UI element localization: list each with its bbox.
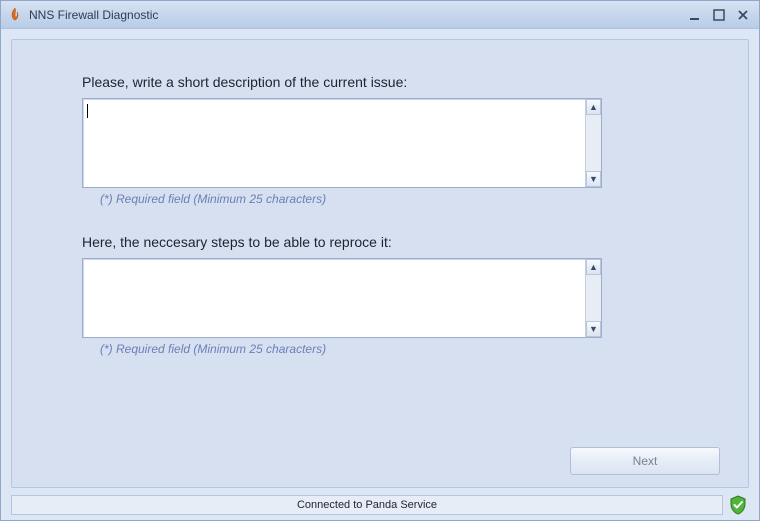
scroll-down-button[interactable]: ▼ — [586, 321, 601, 337]
scroll-down-button[interactable]: ▼ — [586, 171, 601, 187]
status-well: Connected to Panda Service — [11, 495, 723, 515]
description-hint: (*) Required field (Minimum 25 character… — [100, 192, 678, 206]
flame-icon — [7, 7, 23, 23]
steps-hint: (*) Required field (Minimum 25 character… — [100, 342, 678, 356]
steps-text[interactable] — [83, 259, 585, 337]
shield-check-icon — [727, 494, 749, 516]
close-button[interactable] — [733, 6, 753, 24]
next-button[interactable]: Next — [570, 447, 720, 475]
scroll-up-button[interactable]: ▲ — [586, 259, 601, 275]
main-panel: Please, write a short description of the… — [11, 39, 749, 488]
description-text[interactable] — [83, 99, 585, 187]
steps-label: Here, the neccesary steps to be able to … — [82, 234, 678, 250]
description-input[interactable]: ▲ ▼ — [82, 98, 602, 188]
description-scrollbar[interactable]: ▲ ▼ — [585, 99, 601, 187]
status-bar: Connected to Panda Service — [11, 494, 749, 516]
status-text: Connected to Panda Service — [297, 499, 437, 511]
steps-scrollbar[interactable]: ▲ ▼ — [585, 259, 601, 337]
window-title: NNS Firewall Diagnostic — [29, 8, 681, 22]
next-button-label: Next — [633, 454, 658, 468]
button-row: Next — [570, 447, 720, 475]
maximize-button[interactable] — [709, 6, 729, 24]
text-caret — [87, 104, 88, 118]
spacer — [82, 206, 678, 234]
titlebar: NNS Firewall Diagnostic — [1, 1, 759, 29]
description-label: Please, write a short description of the… — [82, 74, 678, 90]
app-window: NNS Firewall Diagnostic Please, write a … — [0, 0, 760, 521]
steps-input[interactable]: ▲ ▼ — [82, 258, 602, 338]
client-area: Please, write a short description of the… — [1, 29, 759, 520]
scroll-up-button[interactable]: ▲ — [586, 99, 601, 115]
minimize-button[interactable] — [685, 6, 705, 24]
